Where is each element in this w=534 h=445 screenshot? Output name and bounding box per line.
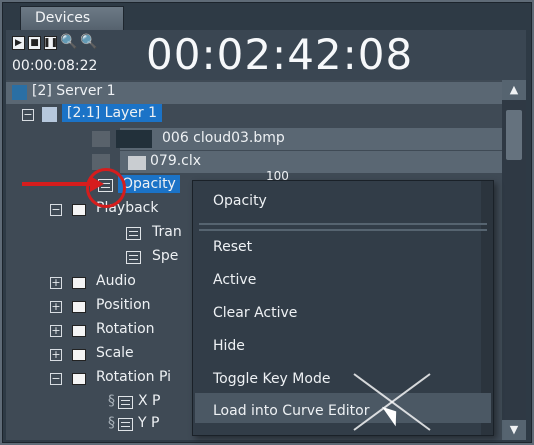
menu-separator bbox=[199, 223, 487, 225]
menu-item-clear-active[interactable]: Clear Active bbox=[213, 305, 297, 321]
menu-item-load-into-curve-editor[interactable]: Load into Curve Editor bbox=[213, 403, 370, 419]
current-time-big: 00:02:42:08 bbox=[146, 30, 414, 79]
pause-icon[interactable]: ❚❚ bbox=[43, 36, 58, 50]
property-icon bbox=[118, 396, 133, 409]
clx-icon bbox=[128, 156, 146, 170]
pivot-child-label: X P bbox=[138, 393, 161, 409]
current-time-small: 00:00:08:22 bbox=[12, 58, 98, 74]
folder-label: Position bbox=[96, 297, 151, 313]
menu-header-opacity: Opacity bbox=[213, 193, 267, 209]
folder-icon bbox=[72, 301, 86, 313]
menu-item-reset[interactable]: Reset bbox=[213, 239, 252, 255]
layer-label: [2.1] Layer 1 bbox=[62, 104, 163, 122]
collapse-icon[interactable]: − bbox=[50, 204, 62, 216]
media-thumbnail bbox=[116, 130, 152, 148]
collapse-icon[interactable]: − bbox=[22, 109, 34, 121]
folder-label: Rotation bbox=[96, 321, 155, 337]
folder-label: Rotation Pi bbox=[96, 369, 172, 385]
pivot-child-label: Y P bbox=[138, 415, 160, 431]
folder-label: Audio bbox=[96, 273, 136, 289]
server-icon bbox=[12, 85, 27, 100]
tab-devices-label: Devices bbox=[35, 10, 91, 26]
annotation-circle bbox=[86, 168, 126, 208]
server-label: [2] Server 1 bbox=[32, 83, 116, 99]
expand-icon[interactable]: + bbox=[50, 301, 62, 313]
collapse-icon[interactable]: − bbox=[50, 373, 62, 385]
annotation-arrow bbox=[22, 182, 94, 186]
zoom-in-icon[interactable]: 🔍 bbox=[60, 33, 78, 51]
layer-icon bbox=[42, 107, 57, 122]
stop-icon[interactable]: ■ bbox=[28, 36, 41, 50]
context-menu: Opacity Reset Active Clear Active Hide T… bbox=[192, 180, 494, 436]
play-icon[interactable]: ▶ bbox=[12, 36, 25, 50]
scroll-up-icon[interactable]: ▲ bbox=[502, 80, 526, 100]
zoom-out-icon[interactable]: 🔍 bbox=[80, 33, 98, 51]
media-file-label: 006 cloud03.bmp bbox=[162, 130, 285, 146]
scroll-down-icon[interactable]: ▼ bbox=[502, 420, 526, 440]
property-icon bbox=[126, 251, 141, 264]
folder-icon bbox=[72, 325, 86, 337]
opacity-label: Opacity bbox=[118, 175, 180, 193]
expand-icon[interactable]: + bbox=[50, 325, 62, 337]
folder-icon bbox=[72, 204, 86, 216]
property-icon bbox=[126, 227, 141, 240]
playback-child-label: Spe bbox=[152, 248, 179, 264]
expand-icon[interactable]: + bbox=[50, 349, 62, 361]
menu-item-active[interactable]: Active bbox=[213, 272, 256, 288]
folder-icon bbox=[72, 373, 86, 385]
media-source-icon bbox=[92, 131, 110, 147]
expand-icon[interactable]: + bbox=[50, 277, 62, 289]
folder-icon bbox=[72, 277, 86, 289]
folder-icon bbox=[72, 349, 86, 361]
menu-item-hide[interactable]: Hide bbox=[213, 338, 245, 354]
clx-file-label: 079.clx bbox=[150, 153, 202, 169]
tab-devices[interactable]: Devices bbox=[20, 6, 124, 30]
tree-scrollbar[interactable]: ▲ ▼ bbox=[502, 80, 526, 440]
folder-label: Scale bbox=[96, 345, 134, 361]
menu-item-toggle-key-mode[interactable]: Toggle Key Mode bbox=[213, 371, 330, 387]
scroll-thumb[interactable] bbox=[506, 110, 522, 160]
link-icon: § bbox=[108, 415, 115, 431]
link-icon: § bbox=[108, 393, 115, 409]
click-sparkle-icon bbox=[353, 373, 431, 431]
playback-child-label: Tran bbox=[152, 224, 182, 240]
menu-separator bbox=[199, 229, 487, 231]
property-icon bbox=[118, 418, 133, 431]
